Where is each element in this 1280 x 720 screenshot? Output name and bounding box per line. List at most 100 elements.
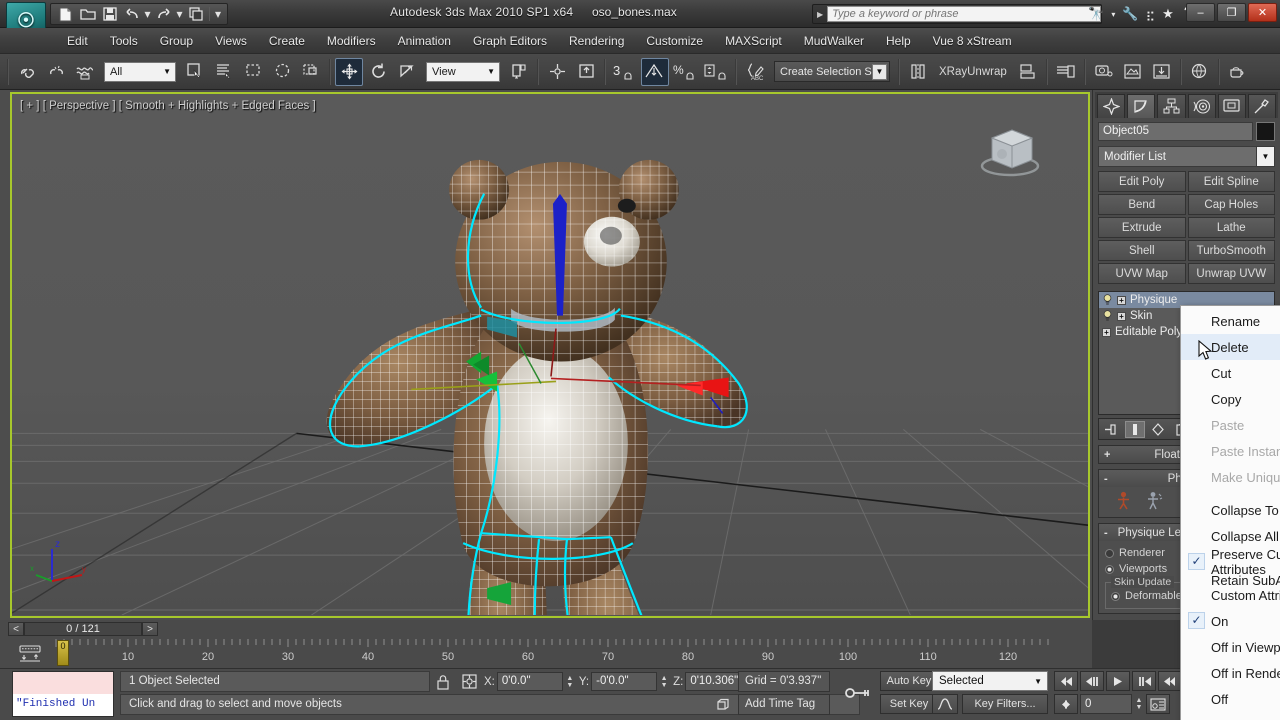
render-frame-window-button[interactable] bbox=[1148, 58, 1176, 86]
menu-tools[interactable]: Tools bbox=[99, 31, 149, 51]
next-frame-button[interactable]: > bbox=[142, 622, 158, 636]
undo-icon[interactable] bbox=[121, 5, 142, 23]
perspective-viewport[interactable]: [ + ] [ Perspective ] [ Smooth + Highlig… bbox=[10, 92, 1090, 618]
percent-snap-toggle-button[interactable]: % bbox=[670, 58, 700, 86]
utilities-tab[interactable] bbox=[1248, 94, 1276, 118]
y-value[interactable]: -0'0.0" bbox=[591, 672, 657, 691]
render-production-globe-button[interactable] bbox=[1186, 58, 1214, 86]
redo-icon[interactable] bbox=[153, 5, 174, 23]
light-bulb-icon[interactable] bbox=[1102, 294, 1113, 306]
menu-animation[interactable]: Animation bbox=[387, 31, 462, 51]
select-and-move-button[interactable] bbox=[335, 58, 363, 86]
set-key-filters-curve-button[interactable] bbox=[932, 694, 958, 714]
context-menu-item-preserve-custom-attributes[interactable]: ✓ Preserve Custom Attributes bbox=[1181, 549, 1280, 575]
create-tab[interactable] bbox=[1097, 94, 1125, 118]
modify-tab[interactable] bbox=[1127, 94, 1155, 118]
context-menu-item-off[interactable]: Off bbox=[1181, 686, 1280, 712]
track-bar[interactable]: 102030 405060 708090 100110120 0 bbox=[0, 638, 1092, 668]
window-crossing-toggle-button[interactable] bbox=[297, 58, 325, 86]
use-pivot-point-center-button[interactable] bbox=[505, 58, 533, 86]
select-by-name-button[interactable] bbox=[210, 58, 238, 86]
motion-tab[interactable] bbox=[1188, 94, 1216, 118]
x-spinner[interactable]: ▲▼ bbox=[565, 672, 575, 691]
render-setup-button[interactable] bbox=[1119, 58, 1147, 86]
open-file-icon[interactable] bbox=[77, 5, 98, 23]
menu-rendering[interactable]: Rendering bbox=[558, 31, 635, 51]
current-frame-input[interactable]: 0 bbox=[1080, 694, 1132, 714]
context-menu-item-retain-subanim[interactable]: Retain SubAnim Custom Attributes bbox=[1181, 575, 1280, 601]
context-menu-item-on[interactable]: ✓ On bbox=[1181, 608, 1280, 634]
menu-customize[interactable]: Customize bbox=[635, 31, 714, 51]
reference-coordinate-system-combo[interactable]: View ▼ bbox=[426, 62, 500, 82]
hierarchy-tab[interactable] bbox=[1157, 94, 1185, 118]
light-bulb-icon[interactable] bbox=[1102, 310, 1113, 322]
modifier-button-edit-spline[interactable]: Edit Spline bbox=[1188, 171, 1276, 192]
context-menu-item-cut[interactable]: Cut bbox=[1181, 360, 1280, 386]
search-binoculars-icon[interactable]: 🔭 bbox=[1088, 6, 1104, 22]
show-end-result-button[interactable] bbox=[1125, 421, 1145, 438]
context-menu-item-collapse-to[interactable]: Collapse To bbox=[1181, 497, 1280, 523]
x-coordinate-field[interactable]: X: 0'0.0" ▲▼ bbox=[484, 672, 575, 691]
timeline-ruler[interactable]: 102030 405060 708090 100110120 bbox=[48, 638, 1088, 668]
search-dropdown-icon[interactable]: ▾ bbox=[1111, 10, 1115, 19]
bind-to-space-warp-button[interactable] bbox=[71, 58, 99, 86]
modifier-button-turbosmooth[interactable]: TurboSmooth bbox=[1188, 240, 1276, 261]
modifier-button-extrude[interactable]: Extrude bbox=[1098, 217, 1186, 238]
object-color-swatch[interactable] bbox=[1256, 122, 1275, 141]
menu-modifiers[interactable]: Modifiers bbox=[316, 31, 387, 51]
menu-mudwalker[interactable]: MudWalker bbox=[793, 31, 875, 51]
object-name-field[interactable]: Object05 bbox=[1098, 122, 1253, 141]
modifier-list-dropdown[interactable]: Modifier List ▼ bbox=[1098, 146, 1275, 167]
selection-lock-toggle-icon[interactable] bbox=[432, 671, 454, 692]
rectangular-selection-region-button[interactable] bbox=[239, 58, 267, 86]
menu-graph-editors[interactable]: Graph Editors bbox=[462, 31, 558, 51]
make-unique-button[interactable] bbox=[1148, 421, 1168, 438]
new-file-icon[interactable] bbox=[55, 5, 76, 23]
key-filters-button[interactable]: Key Filters... bbox=[962, 694, 1048, 714]
viewport-label[interactable]: [ + ] [ Perspective ] [ Smooth + Highlig… bbox=[20, 100, 316, 112]
reinitialize-icon[interactable] bbox=[1146, 491, 1163, 513]
attach-to-node-icon[interactable] bbox=[1115, 491, 1132, 513]
expand-toggle-icon[interactable]: + bbox=[1104, 449, 1110, 461]
expand-icon[interactable]: + bbox=[1117, 312, 1126, 321]
close-button[interactable]: ✕ bbox=[1248, 3, 1277, 22]
display-tab[interactable] bbox=[1218, 94, 1246, 118]
key-mode-toggle-button-2[interactable] bbox=[1054, 694, 1078, 714]
undo-dropdown-icon[interactable]: ▾ bbox=[143, 5, 152, 23]
maximize-button[interactable]: ❐ bbox=[1217, 3, 1246, 22]
edit-named-selection-sets-button[interactable]: ABC bbox=[741, 58, 769, 86]
time-tag-icon[interactable] bbox=[712, 695, 734, 714]
angle-snap-toggle-button[interactable] bbox=[641, 58, 669, 86]
view-cube[interactable] bbox=[974, 122, 1046, 189]
y-coordinate-field[interactable]: Y: -0'0.0" ▲▼ bbox=[579, 672, 669, 691]
subscription-icon[interactable]: ⣖ bbox=[1146, 6, 1156, 22]
time-slider[interactable]: 0 bbox=[57, 640, 69, 666]
frame-counter-field[interactable]: 0 / 121 bbox=[24, 622, 142, 636]
spinner-snap-toggle-button[interactable] bbox=[701, 58, 731, 86]
use-selection-center-button[interactable] bbox=[543, 58, 571, 86]
absolute-relative-toggle-icon[interactable] bbox=[458, 671, 480, 692]
context-menu-item-copy[interactable]: Copy bbox=[1181, 386, 1280, 412]
menu-maxscript[interactable]: MAXScript bbox=[714, 31, 793, 51]
named-selection-set-combo[interactable]: Create Selection Se ▼ bbox=[774, 61, 890, 82]
wrench-icon[interactable]: 🔧 bbox=[1122, 6, 1138, 22]
select-object-button[interactable] bbox=[181, 58, 209, 86]
align-button[interactable] bbox=[572, 58, 600, 86]
key-mode-selection-combo[interactable]: Selected ▼ bbox=[932, 671, 1048, 691]
auto-key-button[interactable]: Auto Key bbox=[880, 671, 938, 691]
xray-unwrap-label[interactable]: XRayUnwrap bbox=[933, 66, 1013, 78]
project-folder-icon[interactable] bbox=[185, 5, 206, 23]
select-and-link-button[interactable] bbox=[13, 58, 41, 86]
go-to-start-button[interactable] bbox=[1054, 671, 1078, 691]
radio-icon[interactable] bbox=[1105, 549, 1114, 558]
menu-edit[interactable]: Edit bbox=[56, 31, 99, 51]
menu-help[interactable]: Help bbox=[875, 31, 922, 51]
snaps-toggle-button[interactable]: 3 bbox=[610, 58, 640, 86]
select-and-rotate-button[interactable] bbox=[364, 58, 392, 86]
menu-views[interactable]: Views bbox=[204, 31, 258, 51]
circular-selection-region-button[interactable] bbox=[268, 58, 296, 86]
save-file-icon[interactable] bbox=[99, 5, 120, 23]
time-configuration-button[interactable] bbox=[1146, 694, 1170, 714]
key-mode-toggle-button[interactable] bbox=[840, 671, 874, 715]
context-menu-item-delete[interactable]: Delete bbox=[1181, 334, 1280, 360]
